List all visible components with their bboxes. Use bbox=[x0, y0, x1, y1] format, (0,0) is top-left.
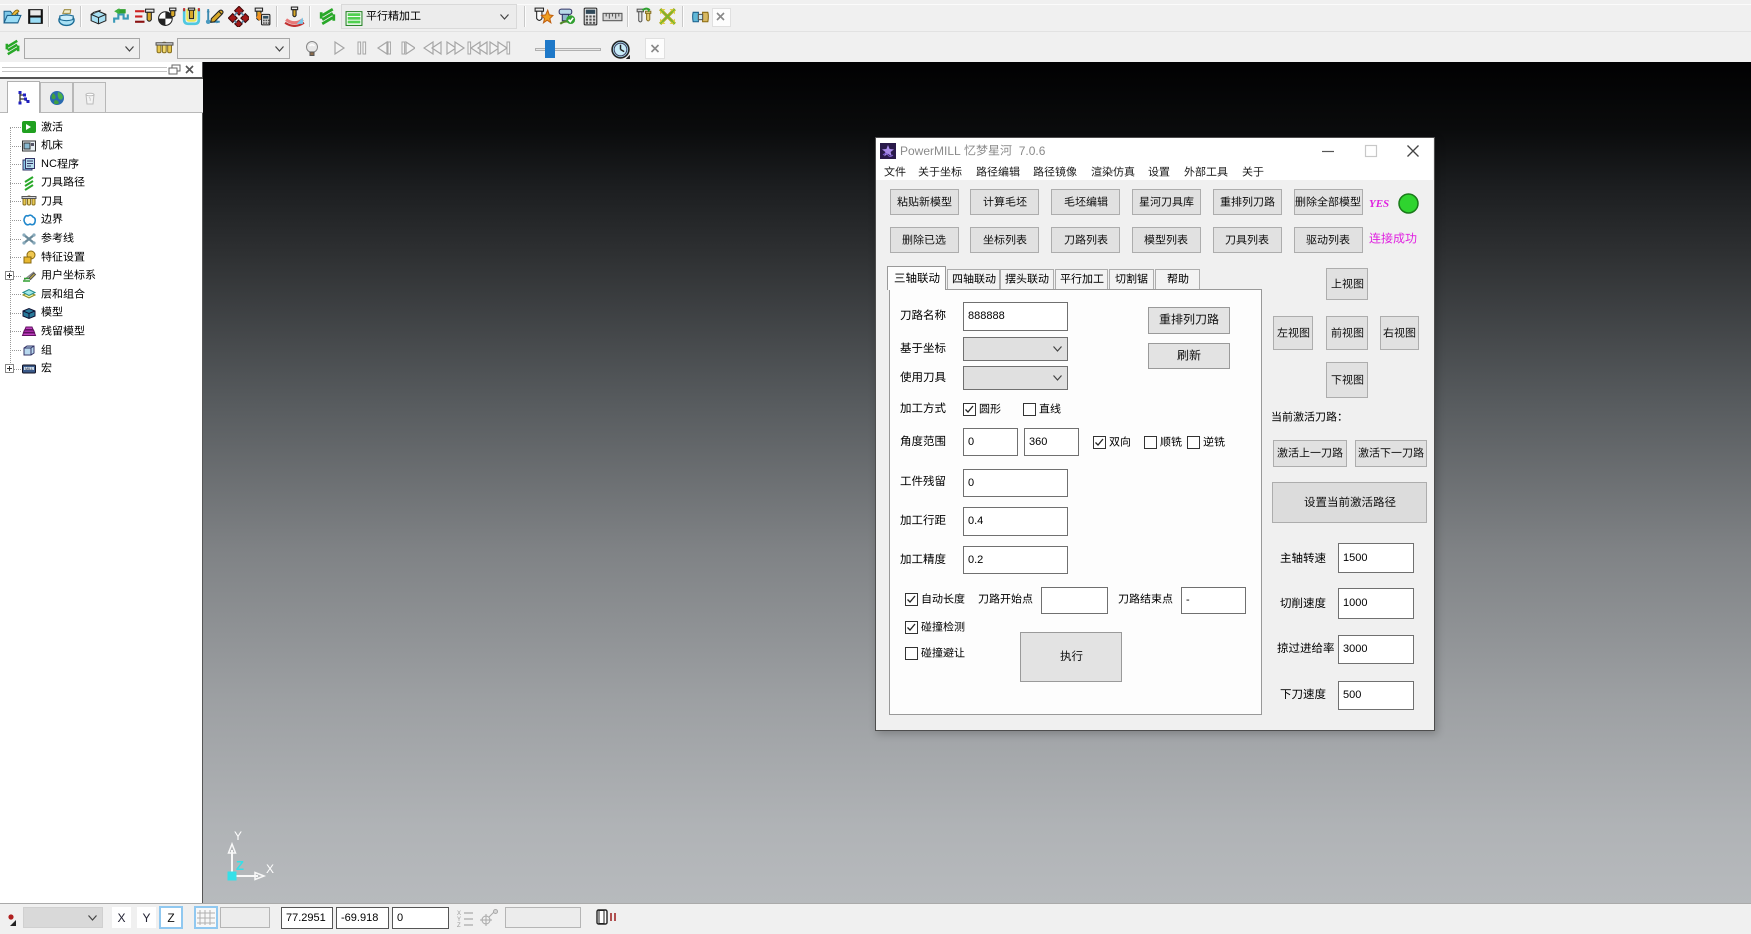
svg-text:Z: Z bbox=[457, 923, 461, 927]
svg-text:Y: Y bbox=[234, 829, 242, 843]
svg-text:Z: Z bbox=[236, 858, 244, 873]
svg-text:MILL: MILL bbox=[25, 366, 33, 370]
svg-text:X: X bbox=[266, 862, 274, 876]
